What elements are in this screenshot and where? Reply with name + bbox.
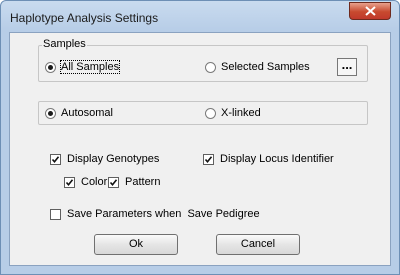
pattern-checkbox[interactable]: Pattern xyxy=(108,176,160,188)
color-checkbox-box xyxy=(64,176,75,188)
window-title: Haplotype Analysis Settings xyxy=(10,11,159,25)
autosomal-label: Autosomal xyxy=(61,107,113,119)
save-parameters-label: Save Parameters when Save Pedigree xyxy=(67,208,260,220)
save-parameters-checkbox-box xyxy=(50,208,61,220)
dialog-content: Samples All Samples Selected Samples ...… xyxy=(9,32,391,266)
save-parameters-checkbox[interactable]: Save Parameters when Save Pedigree xyxy=(50,208,260,220)
ok-button[interactable]: Ok xyxy=(94,234,178,255)
checkmark-icon xyxy=(51,155,60,163)
display-genotypes-checkbox[interactable]: Display Genotypes xyxy=(50,153,159,165)
all-samples-radio-indicator xyxy=(45,61,56,73)
display-locus-label: Display Locus Identifier xyxy=(220,153,334,165)
all-samples-label: All Samples xyxy=(59,60,121,74)
display-locus-checkbox[interactable]: Display Locus Identifier xyxy=(203,153,334,165)
checkmark-icon xyxy=(65,178,74,186)
display-locus-checkbox-box xyxy=(203,153,214,165)
autosomal-radio[interactable]: Autosomal xyxy=(45,107,113,119)
close-icon xyxy=(365,6,376,16)
dialog-window: Haplotype Analysis Settings Samples All … xyxy=(0,0,400,275)
selected-samples-radio[interactable]: Selected Samples xyxy=(205,61,310,73)
pattern-label: Pattern xyxy=(125,176,161,188)
all-samples-radio[interactable]: All Samples xyxy=(45,60,121,74)
close-button[interactable] xyxy=(349,2,391,20)
browse-samples-button[interactable]: ... xyxy=(337,58,357,76)
display-genotypes-label: Display Genotypes xyxy=(67,153,160,165)
selected-samples-label: Selected Samples xyxy=(221,61,310,73)
inheritance-group: Autosomal X-linked xyxy=(38,101,368,125)
xlinked-radio-indicator xyxy=(205,107,216,119)
checkmark-icon xyxy=(204,155,213,163)
xlinked-label: X-linked xyxy=(221,107,261,119)
color-label: Color xyxy=(81,176,108,188)
cancel-button[interactable]: Cancel xyxy=(216,234,300,255)
pattern-checkbox-box xyxy=(108,176,119,188)
selected-samples-radio-indicator xyxy=(205,61,216,73)
samples-group: Samples All Samples Selected Samples ... xyxy=(38,38,368,82)
checkmark-icon xyxy=(109,178,118,186)
samples-legend: Samples xyxy=(42,38,87,50)
color-checkbox[interactable]: Color xyxy=(64,176,107,188)
xlinked-radio[interactable]: X-linked xyxy=(205,107,261,119)
autosomal-radio-indicator xyxy=(45,107,56,119)
display-genotypes-checkbox-box xyxy=(50,153,61,165)
